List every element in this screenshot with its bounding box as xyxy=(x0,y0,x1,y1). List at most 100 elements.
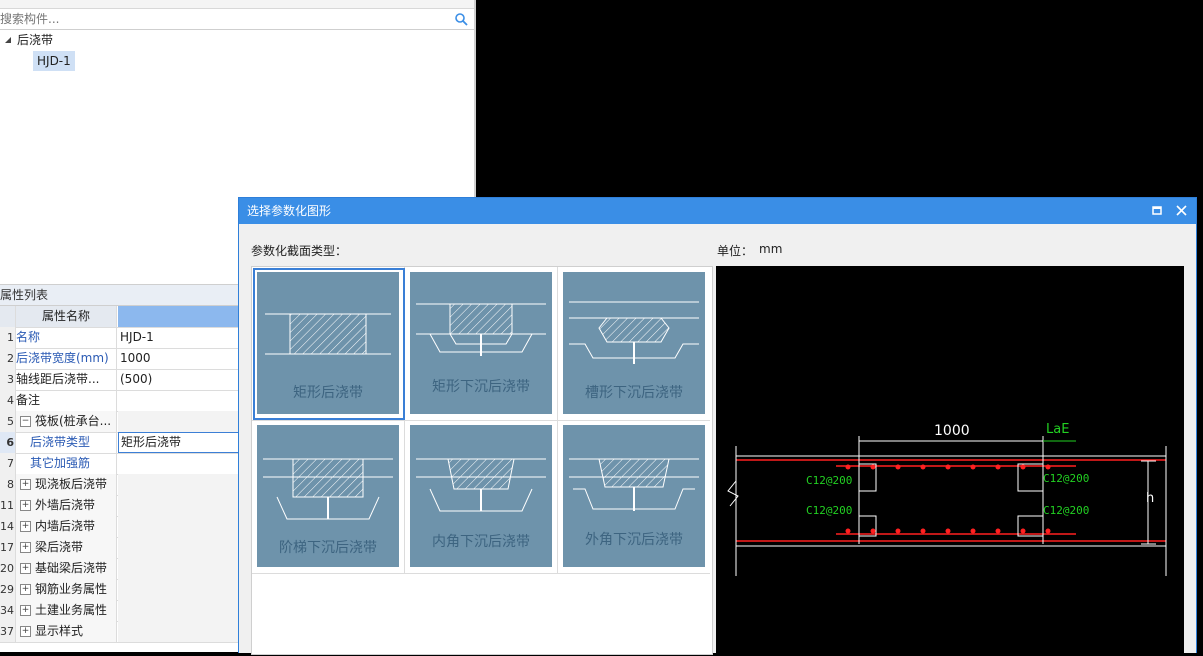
shape-card-inner-corner-sunken[interactable]: 内角下沉后浇带 xyxy=(410,425,552,567)
property-group-civil[interactable]: 34 + 土建业务属性 xyxy=(0,600,240,622)
row-name: 名称 xyxy=(16,327,117,348)
row-value xyxy=(118,411,240,432)
property-group-display[interactable]: 37 + 显示样式 xyxy=(0,621,240,643)
property-group-outer-wall[interactable]: 11 + 外墙后浇带 xyxy=(0,495,240,517)
row-num: 3 xyxy=(0,369,16,390)
shape-label: 阶梯下沉后浇带 xyxy=(279,540,377,556)
lae-label: LaE xyxy=(1046,422,1069,437)
shape-card-outer-corner-sunken[interactable]: 外角下沉后浇带 xyxy=(563,425,705,567)
rebar-label-tr: C12@200 xyxy=(1043,472,1089,485)
grid-divider xyxy=(252,573,710,574)
expand-icon[interactable]: + xyxy=(20,521,31,532)
select-shape-dialog: 选择参数化图形 参数化截面类型： 单位： mm 矩形后浇带 矩形下沉后浇带 槽形… xyxy=(238,197,1197,655)
row-value[interactable]: HJD-1 xyxy=(118,327,240,348)
tree-node-hjd1-label: HJD-1 xyxy=(37,54,71,68)
expand-icon[interactable]: + xyxy=(20,563,31,574)
properties-header-row: 属性名称 xyxy=(0,306,240,328)
row-num: 37 xyxy=(0,621,16,642)
shape-card-channel-sunken[interactable]: 槽形下沉后浇带 xyxy=(563,272,705,414)
expand-icon[interactable]: + xyxy=(20,605,31,616)
property-group-raft[interactable]: 5 − 筏板(桩承台... xyxy=(0,411,240,433)
row-name: − 筏板(桩承台... xyxy=(16,411,117,432)
row-value xyxy=(118,621,240,642)
tree-node-hjd1[interactable]: HJD-1 xyxy=(33,51,75,71)
toolbar-strip xyxy=(0,0,476,9)
property-row-remark[interactable]: 4 备注 xyxy=(0,390,238,412)
shape-card-step-sunken[interactable]: 阶梯下沉后浇带 xyxy=(257,425,399,567)
row-name: + 内墙后浇带 xyxy=(16,516,117,537)
row-num: 17 xyxy=(0,537,16,558)
row-name-text: 钢筋业务属性 xyxy=(35,582,108,596)
property-row-extra-rebar[interactable]: 7 其它加强筋 xyxy=(0,453,238,475)
tree-node-root[interactable]: 后浇带 xyxy=(17,30,53,50)
property-group-rebar[interactable]: 29 + 钢筋业务属性 xyxy=(0,579,240,601)
shape-gallery: 矩形后浇带 矩形下沉后浇带 槽形下沉后浇带 阶梯下沉后浇带 内角下沉后浇带 外角… xyxy=(251,266,713,655)
row-name-text: 梁后浇带 xyxy=(35,540,84,554)
row-name-text: 内墙后浇带 xyxy=(35,519,96,533)
row-name: + 外墙后浇带 xyxy=(16,495,117,516)
expand-icon[interactable]: + xyxy=(20,500,31,511)
property-group-foundation-beam[interactable]: 20 + 基础梁后浇带 xyxy=(0,558,240,580)
row-value xyxy=(118,495,240,516)
row-name: + 显示样式 xyxy=(16,621,117,642)
search-icon[interactable] xyxy=(454,12,468,26)
property-row-name[interactable]: 1 名称 HJD-1 xyxy=(0,327,238,349)
tree-node-root-label: 后浇带 xyxy=(17,33,54,47)
close-icon[interactable] xyxy=(1176,205,1187,216)
property-row-axis-offset[interactable]: 3 轴线距后浇带... (500) xyxy=(0,369,238,391)
row-value xyxy=(118,600,240,621)
row-value xyxy=(118,558,240,579)
row-name-text: 土建业务属性 xyxy=(35,603,108,617)
row-num: 29 xyxy=(0,579,16,600)
row-value xyxy=(118,537,240,558)
type-value-field[interactable]: 矩形后浇带 xyxy=(118,432,242,453)
shape-label: 矩形下沉后浇带 xyxy=(432,379,530,395)
row-value[interactable]: (500) xyxy=(118,369,240,390)
row-num: 6 xyxy=(0,432,16,453)
rebar-label-tl: C12@200 xyxy=(806,474,852,487)
search-input[interactable] xyxy=(0,10,440,28)
dialog-title: 选择参数化图形 xyxy=(247,204,332,218)
unit-value: mm xyxy=(759,242,783,256)
row-value[interactable] xyxy=(118,453,240,474)
property-group-slab[interactable]: 8 + 现浇板后浇带 xyxy=(0,474,240,496)
row-num: 1 xyxy=(0,327,16,348)
expand-icon[interactable]: + xyxy=(20,479,31,490)
row-name: 轴线距后浇带... xyxy=(16,369,117,390)
unit-label: 单位： xyxy=(717,244,754,258)
row-name: + 土建业务属性 xyxy=(16,600,117,621)
shape-card-rect[interactable]: 矩形后浇带 xyxy=(257,272,399,414)
row-value xyxy=(118,474,240,495)
preview-drawing: 1000 LaE h C12@200 C12@200 C12@200 C12@2… xyxy=(727,422,1167,576)
expand-icon[interactable]: + xyxy=(20,626,31,637)
row-name: 备注 xyxy=(16,390,117,411)
height-label: h xyxy=(1146,491,1154,506)
row-num: 8 xyxy=(0,474,16,495)
dialog-titlebar[interactable]: 选择参数化图形 xyxy=(239,198,1196,224)
maximize-icon[interactable] xyxy=(1152,205,1162,215)
row-name: + 梁后浇带 xyxy=(16,537,117,558)
section-type-label: 参数化截面类型： xyxy=(251,244,348,258)
row-num: 20 xyxy=(0,558,16,579)
properties-title-text: 属性列表 xyxy=(0,288,49,302)
row-num: 5 xyxy=(0,411,16,432)
row-value[interactable] xyxy=(118,390,240,411)
expand-icon[interactable]: + xyxy=(20,584,31,595)
row-name: + 现浇板后浇带 xyxy=(16,474,117,495)
width-dimension-text: 1000 xyxy=(934,423,970,439)
shape-preview-canvas[interactable]: 1000 LaE h C12@200 C12@200 C12@200 C12@2… xyxy=(716,266,1184,653)
property-group-inner-wall[interactable]: 14 + 内墙后浇带 xyxy=(0,516,240,538)
shape-label: 槽形下沉后浇带 xyxy=(585,385,683,401)
row-num: 2 xyxy=(0,348,16,369)
row-name-text: 筏板(桩承台... xyxy=(35,414,112,428)
collapse-icon[interactable]: − xyxy=(20,416,31,427)
row-num: 4 xyxy=(0,390,16,411)
property-row-width[interactable]: 2 后浇带宽度(mm) 1000 xyxy=(0,348,238,370)
property-group-beam[interactable]: 17 + 梁后浇带 xyxy=(0,537,240,559)
row-num: 7 xyxy=(0,453,16,474)
row-value[interactable]: 1000 xyxy=(118,348,240,369)
shape-card-rect-sunken[interactable]: 矩形下沉后浇带 xyxy=(410,272,552,414)
expand-icon[interactable]: + xyxy=(20,542,31,553)
tree-expand-icon[interactable] xyxy=(4,36,12,44)
property-row-type[interactable]: 6 后浇带类型 矩形后浇带 xyxy=(0,432,242,454)
